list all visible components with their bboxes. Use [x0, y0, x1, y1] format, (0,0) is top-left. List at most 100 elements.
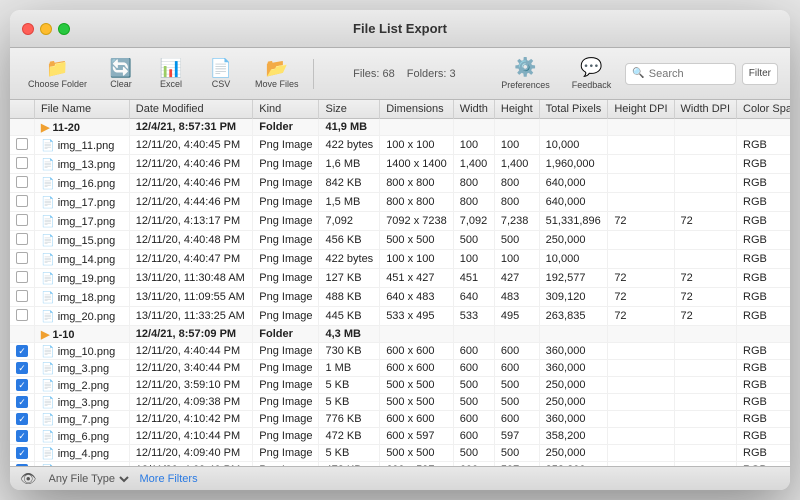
- excel-button[interactable]: 📊 Excel: [149, 56, 193, 92]
- row-kind: Png Image: [253, 428, 319, 445]
- row-color-space: RGB: [737, 193, 790, 212]
- row-width-dpi: 72: [674, 269, 737, 288]
- row-dimensions: 600 x 600: [380, 343, 454, 360]
- row-kind: Png Image: [253, 445, 319, 462]
- file-table-container[interactable]: File Name Date Modified Kind Size Dimens…: [10, 100, 790, 466]
- row-dimensions: 100 x 100: [380, 136, 454, 155]
- filetype-select[interactable]: Any File Type PNG JPEG PDF TIFF: [45, 472, 132, 486]
- choose-folder-button[interactable]: 📁 Choose Folder: [22, 56, 93, 92]
- table-row: ✓📄img_6.png12/11/20, 4:10:44 PMPng Image…: [10, 428, 790, 445]
- col-dimensions[interactable]: Dimensions: [380, 100, 454, 119]
- row-kind: Png Image: [253, 307, 319, 326]
- row-kind: Png Image: [253, 343, 319, 360]
- row-width-dpi: [674, 343, 737, 360]
- col-width-dpi[interactable]: Width DPI: [674, 100, 737, 119]
- row-width-dpi: [674, 231, 737, 250]
- col-color-space[interactable]: Color Space: [737, 100, 790, 119]
- row-color-space: RGB: [737, 360, 790, 377]
- col-size[interactable]: Size: [319, 100, 380, 119]
- col-kind[interactable]: Kind: [253, 100, 319, 119]
- feedback-button[interactable]: 💬 Feedback: [564, 54, 620, 93]
- row-dimensions: [380, 119, 454, 136]
- window-title: File List Export: [353, 21, 447, 36]
- csv-button[interactable]: 📄 CSV: [199, 56, 243, 92]
- table-row: ✓📄img_7.png12/11/20, 4:10:42 PMPng Image…: [10, 411, 790, 428]
- row-checkbox[interactable]: ✓: [10, 343, 35, 360]
- row-kind: Png Image: [253, 269, 319, 288]
- row-checkbox[interactable]: ✓: [10, 360, 35, 377]
- minimize-button[interactable]: [40, 23, 52, 35]
- move-files-label: Move Files: [255, 79, 299, 89]
- row-kind: Png Image: [253, 193, 319, 212]
- row-checkbox[interactable]: [10, 326, 35, 343]
- row-height-dpi: [608, 394, 674, 411]
- row-checkbox[interactable]: [10, 307, 35, 326]
- table-row: 📄img_13.png12/11/20, 4:40:46 PMPng Image…: [10, 155, 790, 174]
- row-total-pixels: [539, 119, 608, 136]
- row-date: 12/11/20, 4:44:46 PM: [129, 193, 253, 212]
- row-filename: ▶1-10: [35, 326, 130, 343]
- row-date: 12/11/20, 4:10:44 PM: [129, 428, 253, 445]
- row-height: [494, 326, 539, 343]
- row-dimensions: 7092 x 7238: [380, 212, 454, 231]
- row-height: 500: [494, 377, 539, 394]
- row-checkbox[interactable]: [10, 193, 35, 212]
- col-date[interactable]: Date Modified: [129, 100, 253, 119]
- more-filters-button[interactable]: More Filters: [140, 473, 198, 485]
- csv-label: CSV: [212, 79, 231, 89]
- row-height: 7,238: [494, 212, 539, 231]
- row-checkbox[interactable]: [10, 155, 35, 174]
- table-row: 📄img_19.png13/11/20, 11:30:48 AMPng Imag…: [10, 269, 790, 288]
- row-width: 600: [453, 343, 494, 360]
- row-height-dpi: [608, 360, 674, 377]
- row-checkbox[interactable]: [10, 231, 35, 250]
- files-count: Files: 68: [353, 68, 395, 80]
- excel-icon: 📊: [160, 59, 182, 77]
- row-total-pixels: 250,000: [539, 445, 608, 462]
- col-width[interactable]: Width: [453, 100, 494, 119]
- table-row: 📄img_17.png12/11/20, 4:44:46 PMPng Image…: [10, 193, 790, 212]
- toolbar-separator: [313, 59, 314, 89]
- row-checkbox[interactable]: [10, 269, 35, 288]
- close-button[interactable]: [22, 23, 34, 35]
- row-checkbox[interactable]: ✓: [10, 428, 35, 445]
- row-checkbox[interactable]: ✓: [10, 411, 35, 428]
- row-checkbox[interactable]: ✓: [10, 377, 35, 394]
- row-checkbox[interactable]: [10, 174, 35, 193]
- row-checkbox[interactable]: [10, 212, 35, 231]
- col-filename[interactable]: File Name: [35, 100, 130, 119]
- row-filename: 📄img_4.png: [35, 445, 130, 462]
- row-width: [453, 119, 494, 136]
- move-files-button[interactable]: 📂 Move Files: [249, 56, 305, 92]
- row-width-dpi: 72: [674, 212, 737, 231]
- row-width-dpi: [674, 445, 737, 462]
- row-kind: Png Image: [253, 174, 319, 193]
- row-dimensions: 1400 x 1400: [380, 155, 454, 174]
- row-height: 600: [494, 343, 539, 360]
- row-checkbox[interactable]: [10, 136, 35, 155]
- row-checkbox[interactable]: ✓: [10, 445, 35, 462]
- row-size: 422 bytes: [319, 136, 380, 155]
- row-filename: 📄img_17.png: [35, 212, 130, 231]
- col-total-pixels[interactable]: Total Pixels: [539, 100, 608, 119]
- row-checkbox[interactable]: [10, 288, 35, 307]
- row-checkbox[interactable]: [10, 250, 35, 269]
- row-height: 100: [494, 250, 539, 269]
- row-checkbox[interactable]: ✓: [10, 394, 35, 411]
- row-checkbox[interactable]: [10, 119, 35, 136]
- row-height-dpi: [608, 155, 674, 174]
- filter-button[interactable]: Filter: [742, 63, 778, 85]
- clear-button[interactable]: 🔄 Clear: [99, 56, 143, 92]
- search-input[interactable]: [649, 68, 729, 80]
- row-height-dpi: [608, 445, 674, 462]
- col-height-dpi[interactable]: Height DPI: [608, 100, 674, 119]
- folders-count: Folders: 3: [407, 68, 456, 80]
- folder-icon: 📁: [46, 59, 68, 77]
- row-kind: Png Image: [253, 394, 319, 411]
- row-kind: Png Image: [253, 360, 319, 377]
- preferences-button[interactable]: ⚙️ Preferences: [493, 54, 558, 93]
- row-height: 500: [494, 445, 539, 462]
- col-height[interactable]: Height: [494, 100, 539, 119]
- maximize-button[interactable]: [58, 23, 70, 35]
- row-width: 500: [453, 377, 494, 394]
